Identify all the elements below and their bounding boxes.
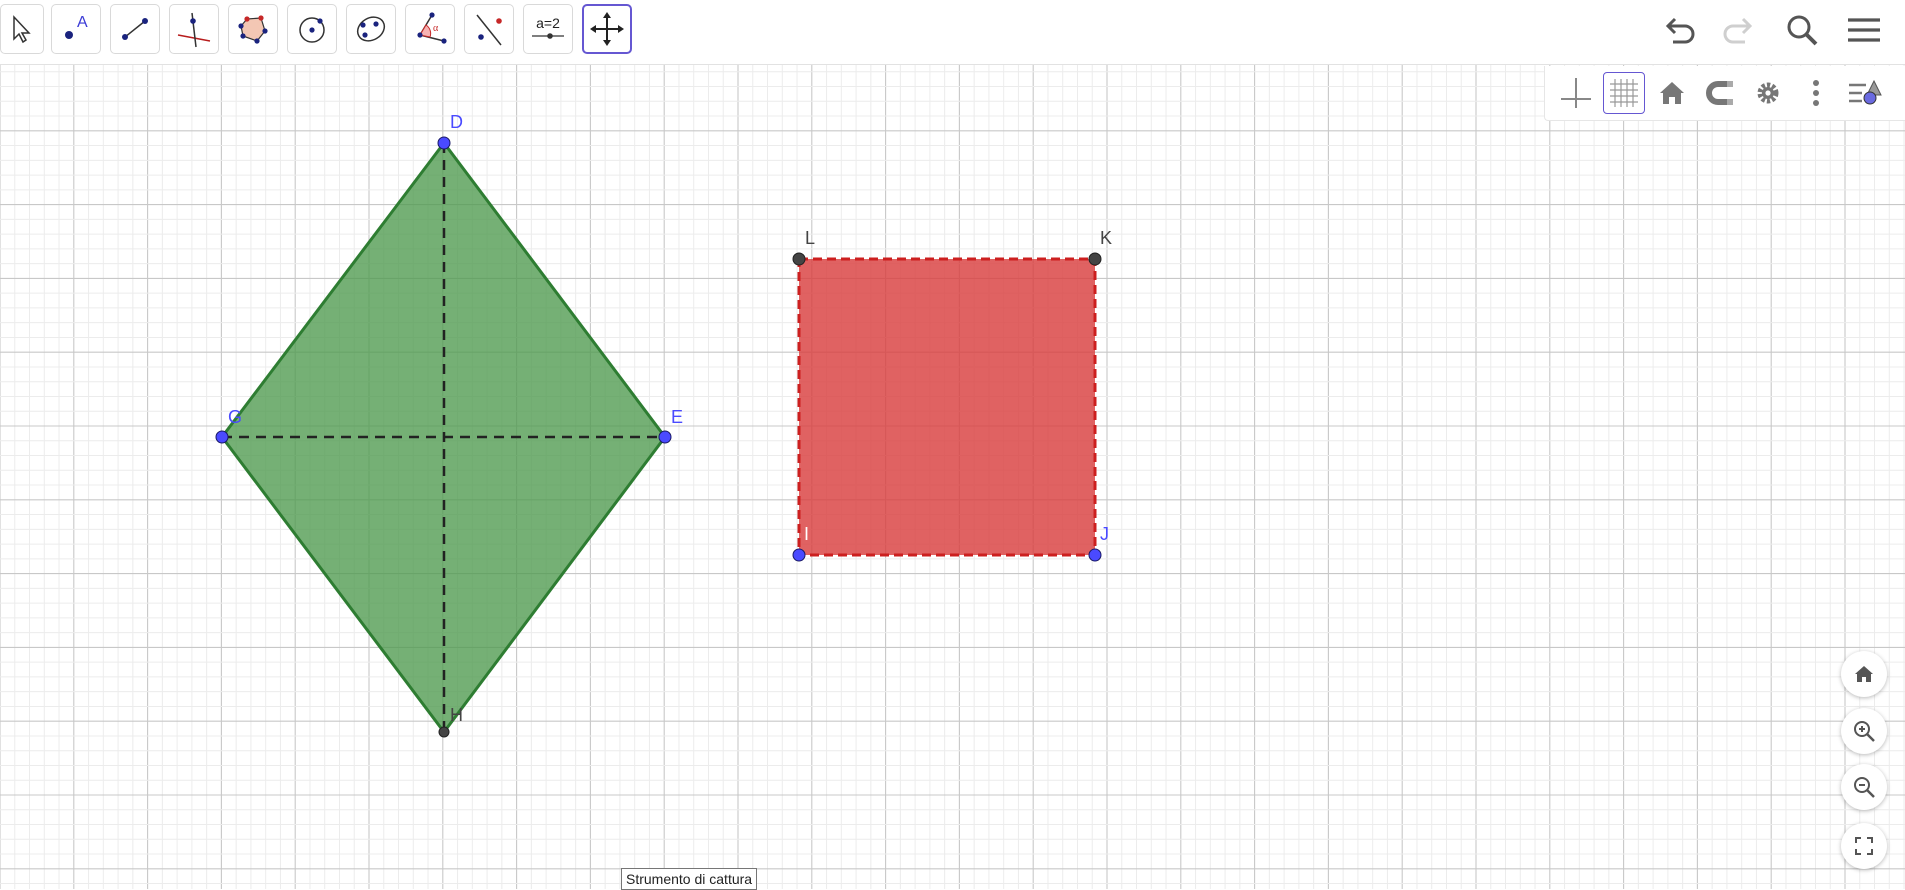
move-graphics-view-icon bbox=[590, 12, 624, 46]
segment-icon bbox=[122, 18, 148, 40]
zoom-in-icon bbox=[1854, 721, 1875, 742]
ellipse-icon bbox=[356, 16, 386, 42]
reflect-line-icon bbox=[476, 14, 502, 46]
fullscreen-button[interactable] bbox=[1841, 823, 1887, 869]
angle-icon: α bbox=[417, 12, 447, 44]
toggle-grid-button[interactable] bbox=[1603, 72, 1645, 114]
circle-center-point-icon bbox=[299, 17, 325, 43]
capture-tool-tooltip: Strumento di cattura bbox=[621, 868, 758, 890]
main-menu-button[interactable] bbox=[1843, 10, 1885, 50]
reflect-tool-button[interactable] bbox=[464, 4, 514, 54]
square-polygon[interactable] bbox=[797, 257, 1097, 557]
undo-icon bbox=[1665, 17, 1695, 44]
label-point-e: E bbox=[671, 407, 684, 427]
home-icon bbox=[1855, 666, 1873, 682]
angle-tool-button[interactable]: α bbox=[405, 4, 455, 54]
redo-button[interactable] bbox=[1718, 10, 1760, 50]
segment-tool-button[interactable] bbox=[110, 4, 160, 54]
move-tool-button[interactable] bbox=[0, 4, 44, 54]
standard-view-button[interactable] bbox=[1651, 72, 1693, 114]
standard-view-round-button[interactable] bbox=[1841, 651, 1887, 697]
point-d[interactable] bbox=[437, 136, 451, 150]
point-g[interactable] bbox=[215, 430, 229, 444]
label-point-g: G bbox=[228, 407, 243, 427]
redo-icon bbox=[1723, 17, 1753, 44]
zoom-out-button[interactable] bbox=[1841, 764, 1887, 810]
point-k[interactable] bbox=[1088, 252, 1102, 266]
label-point-l: L bbox=[805, 228, 816, 248]
polygon-tool-button[interactable] bbox=[228, 4, 278, 54]
graphics-settings-button[interactable] bbox=[1747, 72, 1789, 114]
graphics-style-bar bbox=[1544, 66, 1905, 121]
slider-icon: a=2 bbox=[528, 16, 568, 42]
toggle-axes-button[interactable] bbox=[1555, 72, 1597, 114]
point-l[interactable] bbox=[792, 252, 806, 266]
circle-tool-button[interactable] bbox=[287, 4, 337, 54]
algebra-view-toggle-button[interactable] bbox=[1843, 72, 1885, 114]
search-button[interactable] bbox=[1781, 10, 1823, 50]
menu-icon bbox=[1848, 18, 1880, 42]
zoom-in-button[interactable] bbox=[1841, 708, 1887, 754]
point-capturing-button[interactable] bbox=[1699, 72, 1741, 114]
slider-track-icon bbox=[532, 33, 564, 39]
cursor-arrow-icon bbox=[13, 15, 31, 44]
graphics-view[interactable]: D E G H L K I J bbox=[0, 65, 1905, 889]
slider-tool-label: a=2 bbox=[536, 15, 560, 31]
slider-tool-button[interactable]: a=2 bbox=[523, 4, 573, 54]
point-icon: A bbox=[65, 14, 88, 39]
point-tool-label: A bbox=[77, 14, 88, 31]
perpendicular-tool-button[interactable] bbox=[169, 4, 219, 54]
perpendicular-line-icon bbox=[177, 12, 211, 48]
drawing-layer bbox=[215, 136, 1102, 738]
conic-tool-button[interactable] bbox=[346, 4, 396, 54]
point-e[interactable] bbox=[658, 430, 672, 444]
more-icon bbox=[1813, 80, 1819, 106]
point-h[interactable] bbox=[438, 726, 450, 738]
move-graphics-view-button[interactable] bbox=[582, 4, 632, 54]
fullscreen-icon bbox=[1855, 837, 1873, 855]
undo-button[interactable] bbox=[1658, 10, 1700, 50]
point-tool-button[interactable]: A bbox=[51, 4, 101, 54]
label-point-k: K bbox=[1100, 228, 1113, 248]
zoom-out-icon bbox=[1854, 777, 1875, 798]
point-j[interactable] bbox=[1088, 548, 1102, 562]
settings-icon bbox=[1757, 82, 1779, 104]
algebra-view-icon bbox=[1849, 79, 1882, 105]
label-point-j: J bbox=[1100, 524, 1109, 544]
angle-tool-label: α bbox=[433, 23, 439, 34]
home-icon bbox=[1660, 82, 1684, 104]
toolbar: A α a=2 bbox=[0, 0, 1905, 65]
magnet-icon bbox=[1706, 81, 1733, 105]
more-options-button[interactable] bbox=[1795, 72, 1837, 114]
point-i[interactable] bbox=[792, 548, 806, 562]
axes-icon bbox=[1561, 78, 1591, 108]
label-point-d: D bbox=[450, 112, 463, 132]
label-point-h: H bbox=[450, 705, 463, 725]
label-point-i: I bbox=[804, 524, 810, 544]
polygon-icon bbox=[238, 15, 268, 44]
search-icon bbox=[1787, 15, 1818, 46]
grid-icon bbox=[1610, 79, 1638, 107]
